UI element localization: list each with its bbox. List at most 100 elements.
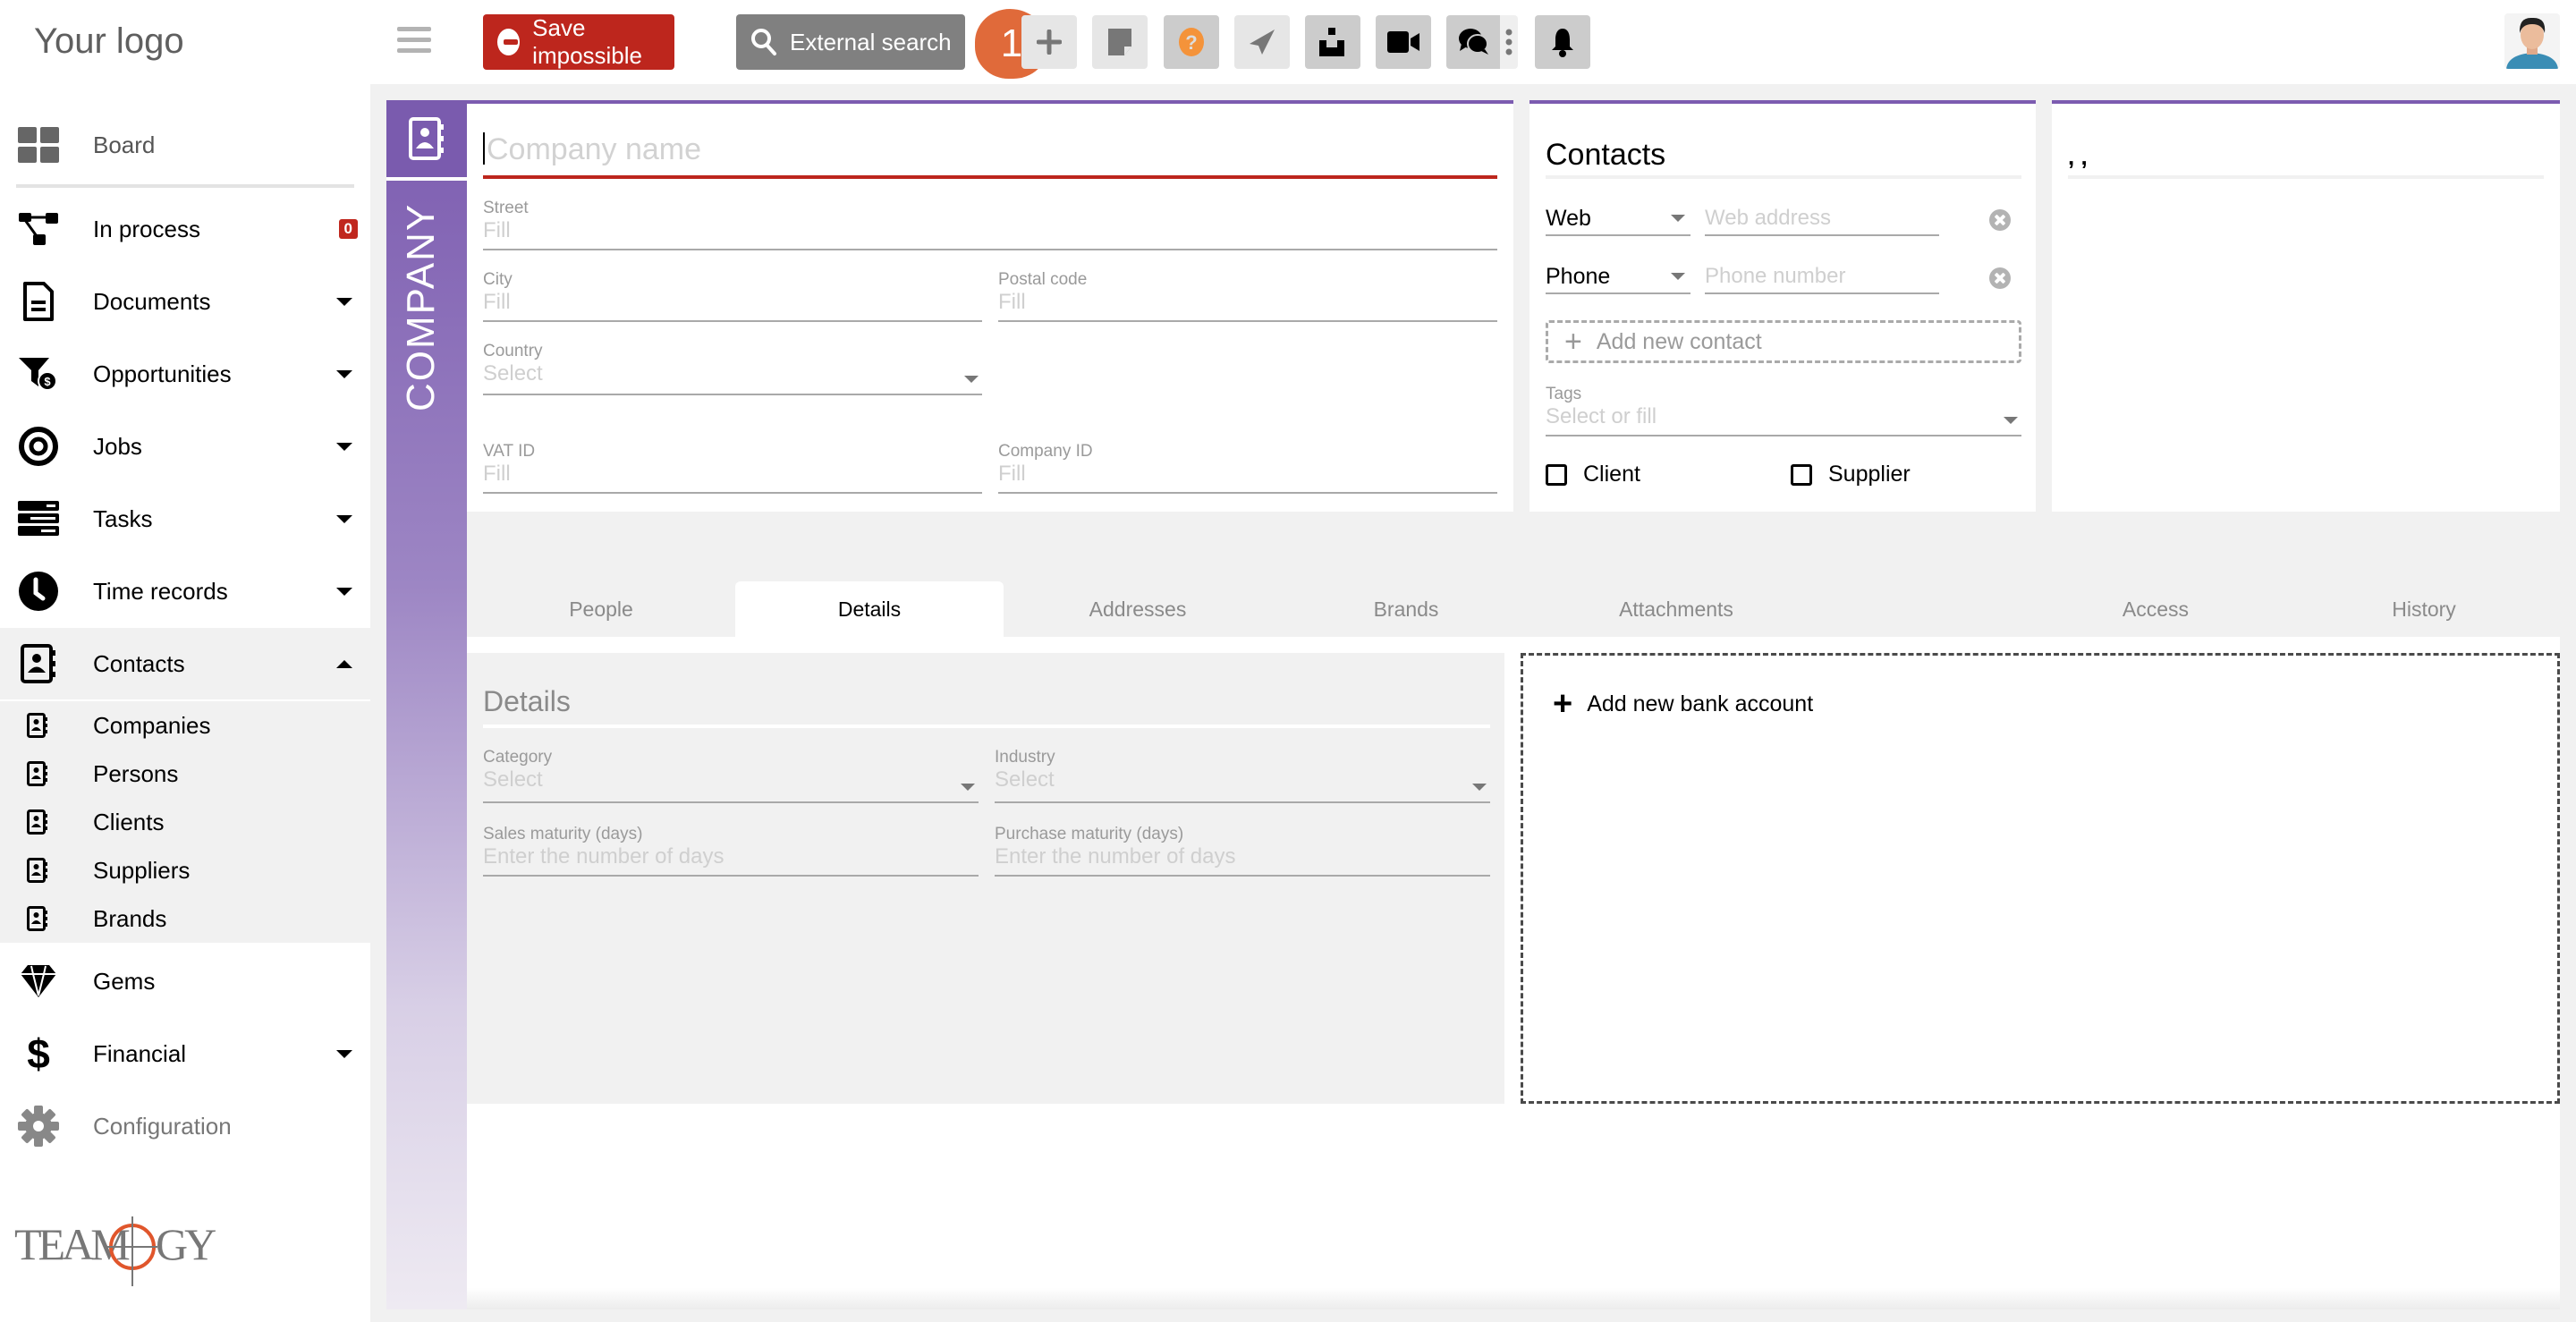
remove-contact-icon[interactable]: [1989, 209, 2011, 231]
field-label: Country: [483, 342, 543, 360]
sidebar-item-label: Documents: [93, 287, 211, 315]
remove-contact-icon[interactable]: [1989, 267, 2011, 289]
address-book-icon: [409, 117, 444, 160]
supplier-checkbox[interactable]: Supplier: [1791, 462, 1911, 487]
tab-addresses[interactable]: Addresses: [1004, 581, 1272, 637]
add-button[interactable]: [1021, 15, 1077, 69]
phone-number-input[interactable]: [1705, 264, 1939, 289]
sidebar-item-documents[interactable]: Documents: [0, 266, 370, 337]
sidebar-subitem-label: Clients: [93, 808, 165, 835]
company-id-field[interactable]: Company ID Fill: [998, 442, 1497, 494]
contact-type-select[interactable]: Phone: [1546, 264, 1690, 294]
sidebar-subitem-companies[interactable]: Companies: [0, 701, 370, 750]
city-field[interactable]: City Fill: [483, 270, 982, 322]
notes-button[interactable]: [1092, 15, 1148, 69]
help-button[interactable]: ?: [1164, 15, 1219, 69]
address-book-icon: [27, 906, 50, 931]
street-field[interactable]: Street Fill: [483, 199, 1497, 250]
gear-icon: [16, 1104, 61, 1148]
plus-icon: [1037, 30, 1062, 55]
error-underline: [483, 175, 1497, 179]
sidebar-item-jobs[interactable]: Jobs: [0, 411, 370, 482]
inbox-button[interactable]: [1305, 15, 1360, 69]
send-icon: [1250, 30, 1275, 55]
sales-maturity-field[interactable]: Sales maturity (days) Enter the number o…: [483, 825, 979, 877]
country-select[interactable]: Country Select: [483, 342, 982, 395]
external-search-button[interactable]: External search: [736, 14, 965, 70]
top-bar: Save impossible External search 1 ?: [370, 0, 2576, 84]
phone-number-field[interactable]: [1705, 264, 1939, 294]
checkbox-label: Supplier: [1828, 462, 1911, 487]
address-book-icon: [27, 761, 50, 786]
company-name-field[interactable]: [483, 125, 1497, 179]
chevron-down-icon: [1671, 273, 1685, 280]
send-button[interactable]: [1234, 15, 1290, 69]
target-icon: [16, 424, 61, 469]
tab-attachments[interactable]: Attachments: [1542, 581, 1810, 637]
chevron-down-icon: [336, 442, 352, 451]
sidebar-item-in-process[interactable]: In process 0: [0, 193, 370, 265]
client-checkbox[interactable]: Client: [1546, 462, 1640, 487]
category-select[interactable]: Category Select: [483, 748, 979, 803]
add-bank-account-label: Add new bank account: [1587, 691, 1814, 716]
sidebar-item-tasks[interactable]: Tasks: [0, 483, 370, 555]
add-bank-account-button[interactable]: + Add new bank account: [1553, 685, 1813, 724]
tab-brands[interactable]: Brands: [1272, 581, 1540, 637]
sidebar-item-label: Tasks: [93, 504, 153, 532]
tab-details[interactable]: Details: [735, 581, 1004, 637]
save-button[interactable]: Save impossible: [483, 14, 674, 70]
address-book-icon: [16, 641, 61, 686]
tab-access[interactable]: Access: [2021, 581, 2290, 637]
details-panel: [467, 653, 1504, 1104]
contact-type-select[interactable]: Web: [1546, 206, 1690, 236]
sidebar-subitem-persons[interactable]: Persons: [0, 750, 370, 798]
tab-history[interactable]: History: [2290, 581, 2558, 637]
funnel-dollar-icon: $: [16, 352, 61, 396]
sidebar-item-label: Board: [93, 131, 156, 158]
sidebar-subitem-clients[interactable]: Clients: [0, 798, 370, 846]
purchase-maturity-field[interactable]: Purchase maturity (days) Enter the numbe…: [995, 825, 1490, 877]
sidebar-item-gems[interactable]: Gems: [0, 945, 370, 1017]
sidebar-item-opportunities[interactable]: $ Opportunities: [0, 338, 370, 410]
field-placeholder: Select: [483, 361, 543, 386]
notifications-button[interactable]: [1535, 15, 1590, 69]
contact-type-value: Phone: [1546, 264, 1611, 289]
video-button[interactable]: [1376, 15, 1431, 69]
address-book-icon: [27, 713, 50, 738]
checkbox-box[interactable]: [1546, 463, 1567, 486]
field-label: Industry: [995, 748, 1055, 767]
sidebar-item-configuration[interactable]: Configuration: [0, 1090, 370, 1162]
tags-select[interactable]: Tags Select or fill: [1546, 385, 2021, 436]
web-address-input[interactable]: [1705, 206, 1939, 231]
postal-code-field[interactable]: Postal code Fill: [998, 270, 1497, 322]
web-address-field[interactable]: [1705, 206, 1939, 236]
chevron-down-icon: [336, 587, 352, 596]
external-search-label: External search: [790, 28, 952, 55]
checkbox-label: Client: [1583, 462, 1640, 487]
sidebar-item-time-records[interactable]: Time records: [0, 555, 370, 627]
text-cursor: [483, 132, 485, 165]
chevron-down-icon: [336, 514, 352, 523]
industry-select[interactable]: Industry Select: [995, 748, 1490, 803]
add-contact-button[interactable]: + Add new contact: [1546, 320, 2021, 363]
divider: [1546, 175, 2021, 179]
menu-toggle-icon[interactable]: [397, 27, 431, 55]
sidebar-subitem-suppliers[interactable]: Suppliers: [0, 846, 370, 894]
field-underline: [1546, 435, 2021, 436]
checkbox-box[interactable]: [1791, 463, 1812, 486]
field-underline: [995, 801, 1490, 803]
sidebar-item-contacts[interactable]: Contacts: [0, 628, 370, 699]
company-name-input[interactable]: [483, 125, 1497, 174]
card-footer-shade: [467, 1288, 2560, 1309]
vat-id-field[interactable]: VAT ID Fill: [483, 442, 982, 494]
user-avatar[interactable]: [2504, 13, 2560, 69]
process-flow-icon: [16, 207, 61, 251]
sidebar-subitem-brands[interactable]: Brands: [0, 894, 370, 943]
chat-button[interactable]: [1446, 15, 1518, 69]
more-vertical-icon[interactable]: [1505, 29, 1513, 55]
sidebar-item-board[interactable]: Board: [0, 109, 370, 181]
sidebar-item-financial[interactable]: $ Financial: [0, 1018, 370, 1089]
sidebar-item-label: Jobs: [93, 432, 142, 460]
tab-people[interactable]: People: [467, 581, 735, 637]
sidebar-item-label: Gems: [93, 967, 156, 995]
